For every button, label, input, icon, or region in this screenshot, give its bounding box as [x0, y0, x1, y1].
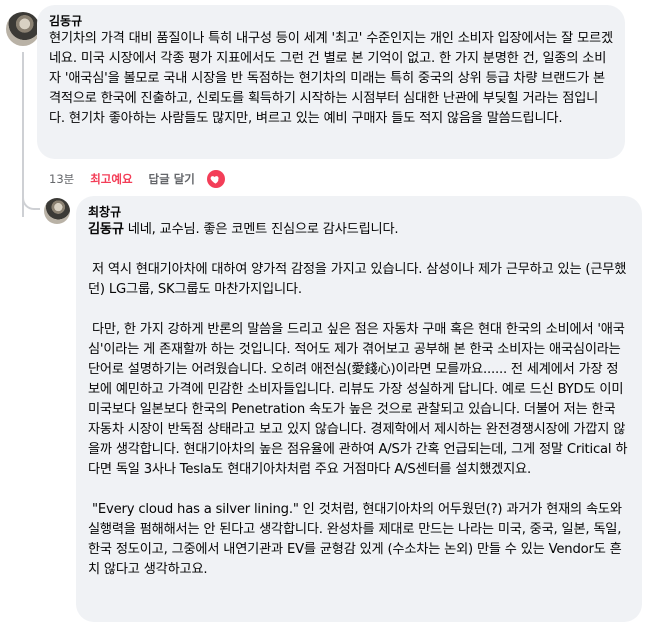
comment-text: 현기차의 가격 대비 품질이나 특히 내구성 등이 세계 '최고' 수준인지는 …	[49, 31, 613, 126]
comment-bubble: 김동규 현기차의 가격 대비 품질이나 특히 내구성 등이 세계 '최고' 수준…	[37, 5, 625, 159]
comment-actions: 13분 최고예요 답글 달기	[49, 170, 241, 188]
reply-button[interactable]: 답글 달기	[149, 171, 195, 187]
heart-icon[interactable]	[206, 170, 225, 188]
thread-connector	[22, 190, 40, 210]
reaction-button[interactable]: 최고예요	[90, 171, 132, 187]
avatar[interactable]	[6, 12, 40, 46]
comment-author[interactable]: 김동규	[49, 13, 613, 29]
reply-text: 김동규 네네, 교수님. 좋은 코멘트 진심으로 감사드립니다. 저 역시 현대…	[88, 220, 630, 580]
reply-bubble: 최창규 김동규 네네, 교수님. 좋은 코멘트 진심으로 감사드립니다. 저 역…	[76, 196, 642, 622]
avatar[interactable]	[44, 198, 70, 224]
reply-author[interactable]: 최창규	[88, 204, 630, 220]
comment-time[interactable]: 13분	[49, 171, 74, 187]
mention-tag[interactable]: 김동규	[88, 222, 124, 237]
reply-body: 네네, 교수님. 좋은 코멘트 진심으로 감사드립니다. 저 역시 현대기아차에…	[88, 222, 628, 577]
